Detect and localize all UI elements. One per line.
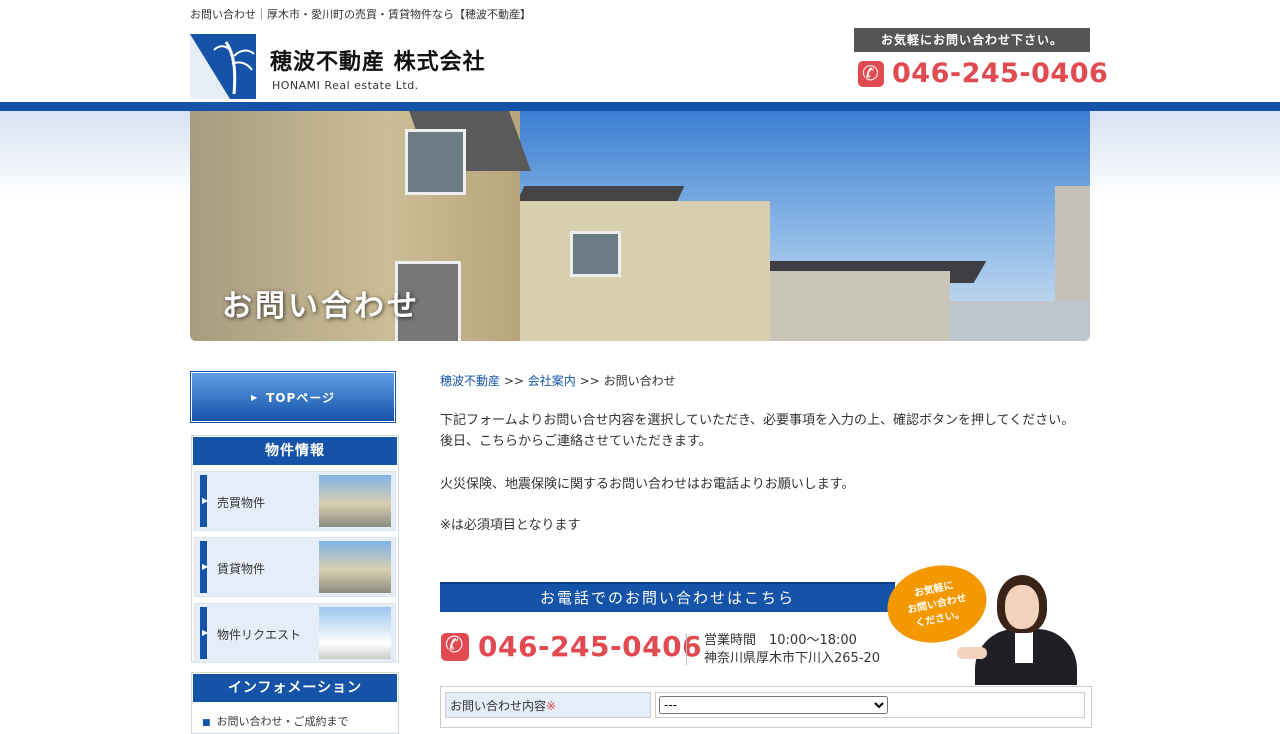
phone-icon xyxy=(858,60,884,87)
company-name: 穂波不動産 株式会社 xyxy=(270,50,486,75)
house-thumbnail xyxy=(319,541,391,593)
breadcrumb-current: お問い合わせ xyxy=(603,374,676,388)
sidebar-item-label: 売買物件 xyxy=(217,496,266,510)
breadcrumb-company-link[interactable]: 会社案内 xyxy=(528,374,576,388)
company-name-en: HONAMI Real estate Ltd. xyxy=(272,79,419,92)
information-item[interactable]: お問い合わせ・ご成約まで xyxy=(202,713,349,729)
information-menu: インフォメーション お問い合わせ・ご成約まで xyxy=(191,672,399,734)
business-info: 営業時間 10:00～18:00 神奈川県厚木市下川入265-20 xyxy=(704,632,880,668)
phone-icon xyxy=(441,633,469,661)
required-mark: ※ xyxy=(546,699,557,713)
site-tagline: お問い合わせ｜厚木市・愛川町の売買・賃貸物件なら【穂波不動産】 xyxy=(190,8,531,21)
staff-illustration xyxy=(957,575,1077,685)
phone-contact-banner: お電話でのお問い合わせはこちら xyxy=(440,582,895,612)
intro-line: 後日、こちらからご連絡させていただきます。 xyxy=(440,434,712,449)
company-logo[interactable]: 穂波不動産 株式会社 HONAMI Real estate Ltd. xyxy=(190,34,520,100)
header-phone-number[interactable]: 046-245-0406 xyxy=(892,58,1108,89)
sidebar-item-rental[interactable]: ▶ 賃貸物件 xyxy=(194,537,396,597)
play-arrow-icon: ▶ xyxy=(250,392,259,402)
breadcrumb: 穂波不動産 >> 会社案内 >> お問い合わせ xyxy=(440,374,676,388)
property-menu-heading: 物件情報 xyxy=(193,437,397,465)
header-divider-bar xyxy=(0,102,1280,111)
contact-form: お問い合わせ内容※ --- xyxy=(440,686,1092,728)
hero-title: お問い合わせ xyxy=(222,289,420,324)
arrow-right-icon: ▶ xyxy=(202,628,209,637)
sidebar-item-sale[interactable]: ▶ 売買物件 xyxy=(194,471,396,531)
information-heading: インフォメーション xyxy=(193,674,397,702)
insurance-note: 火災保険、地震保険に関するお問い合わせはお電話よりお願いします。 xyxy=(440,477,855,492)
header-contact: お気軽にお問い合わせ下さい。 046-245-0406 xyxy=(854,28,1108,89)
sidebar-item-request[interactable]: ▶ 物件リクエスト xyxy=(194,603,396,663)
sidebar-item-label: 物件リクエスト xyxy=(217,628,302,642)
arrow-right-icon: ▶ xyxy=(202,496,209,505)
sidebar-item-label: 賃貸物件 xyxy=(217,562,266,576)
intro-line: 下記フォームよりお問い合せ内容を選択していただき、必要事項を入力の上、確認ボタン… xyxy=(440,413,1075,428)
top-page-label: TOPページ xyxy=(266,390,336,405)
inquiry-type-select[interactable]: --- xyxy=(659,696,888,714)
top-page-button[interactable]: ▶ TOPページ xyxy=(190,371,396,423)
contact-phone-number[interactable]: 046-245-0406 xyxy=(478,630,702,663)
breadcrumb-home-link[interactable]: 穂波不動産 xyxy=(440,374,500,388)
rice-plant-logo-icon xyxy=(190,34,256,99)
contact-caption: お気軽にお問い合わせ下さい。 xyxy=(854,28,1090,52)
house-thumbnail xyxy=(319,475,391,527)
hero-banner: お問い合わせ xyxy=(190,111,1090,341)
company-address: 神奈川県厚木市下川入265-20 xyxy=(704,651,881,666)
business-hours: 営業時間 10:00～18:00 xyxy=(704,633,857,648)
required-note: ※は必須項目となります xyxy=(440,518,581,533)
property-menu: 物件情報 ▶ 売買物件 ▶ 賃貸物件 ▶ 物件リクエスト xyxy=(191,435,399,663)
arrow-right-icon: ▶ xyxy=(202,562,209,571)
inquiry-type-label: お問い合わせ内容※ xyxy=(445,692,651,718)
divider xyxy=(686,633,687,665)
house-thumbnail xyxy=(319,607,391,659)
intro-text: 下記フォームよりお問い合せ内容を選択していただき、必要事項を入力の上、確認ボタン… xyxy=(440,410,1090,536)
